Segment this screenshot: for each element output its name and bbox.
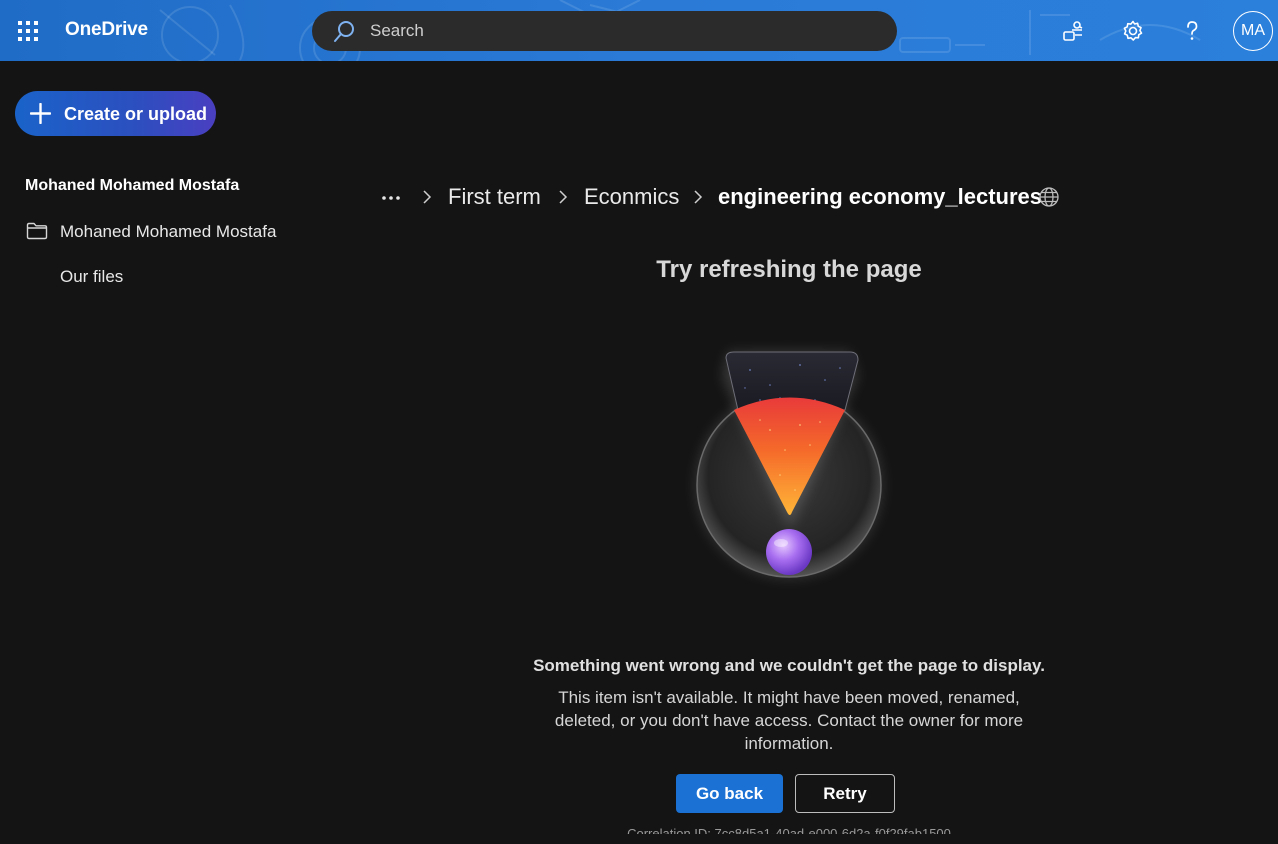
sidebar-item-owner-folder[interactable]: Mohaned Mohamed Mostafa xyxy=(20,217,320,249)
sidebar-item-label: Mohaned Mohamed Mostafa xyxy=(60,222,277,241)
my-day-button[interactable] xyxy=(1054,12,1092,50)
settings-gear-icon xyxy=(1123,20,1143,41)
folder-icon xyxy=(26,222,48,240)
error-exclamation-illustration xyxy=(695,351,883,579)
create-or-upload-label: Create or upload xyxy=(64,104,208,124)
breadcrumb: First term Econmics engineering economy_… xyxy=(378,180,1078,216)
chevron-right-icon xyxy=(559,190,568,204)
chevron-right-icon xyxy=(423,190,432,204)
correlation-id: Correlation ID: 7cc8d5a1-40ad-e000-6d2a-… xyxy=(627,826,951,834)
error-message-description: This item isn't available. It might have… xyxy=(554,688,1024,753)
help-icon xyxy=(1187,21,1198,40)
more-options-icon[interactable] xyxy=(378,184,404,210)
sidebar-item-our-files[interactable]: Our files xyxy=(20,262,320,294)
search-icon xyxy=(334,21,354,42)
my-day-icon xyxy=(1063,21,1083,41)
top-bar: OneDrive MA xyxy=(0,0,1278,61)
brand-title[interactable]: OneDrive xyxy=(65,19,148,41)
sidebar-item-label: Our files xyxy=(60,267,124,286)
app-launcher-icon xyxy=(17,20,38,41)
app-launcher-button[interactable] xyxy=(0,0,55,61)
retry-button[interactable]: Retry xyxy=(795,774,895,813)
sidebar-owner-heading: Mohaned Mohamed Mostafa xyxy=(25,177,240,194)
search-input[interactable] xyxy=(370,19,870,43)
error-message-heading: Something went wrong and we couldn't get… xyxy=(533,656,1045,675)
search-box[interactable] xyxy=(312,11,897,51)
error-title: Try refreshing the page xyxy=(656,256,922,283)
go-back-button[interactable]: Go back xyxy=(676,774,783,813)
help-button[interactable] xyxy=(1173,12,1211,50)
create-or-upload-button[interactable]: Create or upload xyxy=(15,91,216,136)
breadcrumb-current-folder: engineering economy_lectures xyxy=(718,184,1042,209)
avatar[interactable]: MA xyxy=(1233,11,1273,51)
breadcrumb-item-econmics[interactable]: Econmics xyxy=(584,184,679,210)
chevron-right-icon xyxy=(694,190,703,204)
settings-button[interactable] xyxy=(1114,12,1152,50)
breadcrumb-item-first-term[interactable]: First term xyxy=(448,184,541,210)
globe-icon xyxy=(1039,187,1059,207)
plus-icon xyxy=(30,103,51,124)
